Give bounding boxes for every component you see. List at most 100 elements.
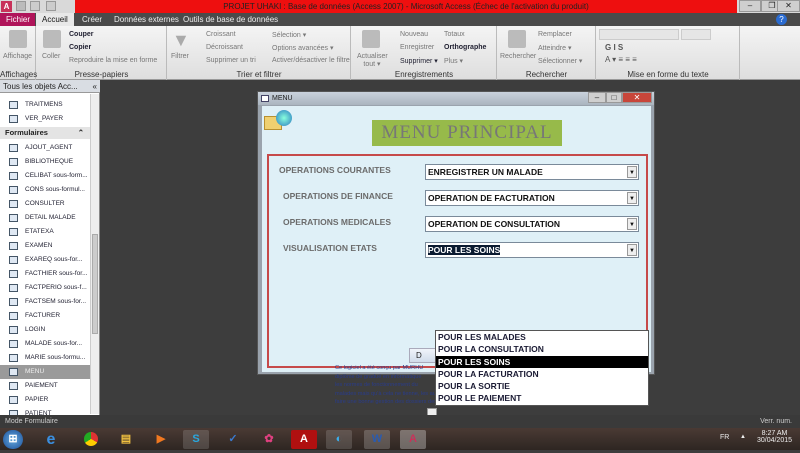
- access-app-icon[interactable]: A: [1, 1, 12, 12]
- media-player-icon[interactable]: ▶: [148, 430, 174, 449]
- dropdown-option[interactable]: POUR LA SORTIE: [436, 380, 648, 392]
- tab-donnees-externes[interactable]: Données externes: [108, 13, 185, 26]
- tab-outils-base-donnees[interactable]: Outils de base de données: [177, 13, 284, 26]
- scroll-thumb[interactable]: [92, 234, 98, 334]
- supprimer-button[interactable]: Supprimer ▾: [400, 57, 438, 65]
- activer-filtre-button[interactable]: Activer/désactiver le filtre: [272, 57, 350, 64]
- collapse-nav-icon[interactable]: «: [93, 80, 97, 93]
- coller-button[interactable]: Coller: [42, 53, 60, 60]
- acrobat-icon[interactable]: A: [291, 430, 317, 449]
- nav-item[interactable]: CONS sous-formul...: [0, 183, 90, 197]
- totaux-button[interactable]: Totaux: [444, 31, 465, 38]
- chevron-down-icon[interactable]: ▼: [627, 244, 637, 256]
- collapse-section-icon[interactable]: ⌃: [78, 127, 84, 139]
- bold-italic-underline-icons[interactable]: G I S: [605, 43, 623, 52]
- dropdown-option[interactable]: POUR LE PAIEMENT: [436, 392, 648, 404]
- form-maximize-button[interactable]: □: [606, 92, 622, 103]
- nav-scrollbar[interactable]: [90, 94, 99, 414]
- form-icon: [261, 95, 269, 102]
- app-icon[interactable]: ✓: [220, 430, 246, 449]
- selection-button[interactable]: Sélection ▾: [272, 31, 306, 39]
- chevron-down-icon[interactable]: ▼: [627, 166, 637, 178]
- nav-item[interactable]: CELIBAT sous-form...: [0, 169, 90, 183]
- nav-item[interactable]: PAIEMENT: [0, 379, 90, 393]
- menu-frame: OPERATIONS COURANTES ENREGISTRER UN MALAD…: [267, 154, 649, 416]
- font-name-select[interactable]: [599, 29, 679, 40]
- decroissant-button[interactable]: Décroissant: [206, 44, 243, 51]
- messenger-icon[interactable]: ◐: [326, 430, 352, 449]
- dropdown-option[interactable]: POUR LA FACTURATION: [436, 368, 648, 380]
- nav-item[interactable]: LOGIN: [0, 323, 90, 337]
- nav-item[interactable]: EXAREQ sous-for...: [0, 253, 90, 267]
- nouveau-button[interactable]: Nouveau: [400, 31, 428, 38]
- orthographe-button[interactable]: Orthographe: [444, 44, 486, 51]
- form-close-button[interactable]: ✕: [622, 92, 652, 103]
- nav-item[interactable]: EXAMEN: [0, 239, 90, 253]
- save-icon[interactable]: [16, 1, 26, 11]
- nav-item[interactable]: AJOUT_AGENT: [0, 141, 90, 155]
- options-avancees-button[interactable]: Options avancées ▾: [272, 44, 334, 52]
- close-button[interactable]: ✕: [777, 0, 800, 12]
- nav-item[interactable]: MARIE sous-formu...: [0, 351, 90, 365]
- font-size-select[interactable]: [681, 29, 711, 40]
- nav-item[interactable]: FACTSEM sous-for...: [0, 295, 90, 309]
- nav-item[interactable]: PAPIER: [0, 393, 90, 407]
- plus-button[interactable]: Plus ▾: [444, 57, 463, 65]
- enregistrer-button[interactable]: Enregistrer: [400, 44, 434, 51]
- nav-item[interactable]: ETATEXA: [0, 225, 90, 239]
- language-indicator[interactable]: FR: [720, 434, 729, 441]
- selectionner-button[interactable]: Sélectionner ▾: [538, 57, 582, 65]
- row-combobox[interactable]: POUR LES SOINS ▼: [425, 242, 639, 258]
- nav-item[interactable]: FACTHIER sous-for...: [0, 267, 90, 281]
- word-icon[interactable]: W: [364, 430, 390, 449]
- tab-accueil[interactable]: Accueil: [36, 13, 74, 26]
- tab-creer[interactable]: Créer: [76, 13, 108, 26]
- nav-item[interactable]: CONSULTER: [0, 197, 90, 211]
- start-button[interactable]: ⊞: [3, 430, 23, 449]
- reproduire-button[interactable]: Reproduire la mise en forme: [69, 57, 157, 64]
- row-combobox[interactable]: ENREGISTRER UN MALADE ▼: [425, 164, 639, 180]
- nav-item[interactable]: DETAIL MALADE: [0, 211, 90, 225]
- redo-icon[interactable]: [46, 1, 56, 11]
- remplacer-button[interactable]: Remplacer: [538, 31, 572, 38]
- nav-section-formulaires[interactable]: Formulaires ⌃: [0, 127, 90, 139]
- filtrer-button[interactable]: Filtrer: [171, 53, 189, 60]
- tab-fichier[interactable]: Fichier: [0, 13, 35, 26]
- nav-item[interactable]: TRAITMENS: [0, 98, 90, 112]
- undo-icon[interactable]: [30, 1, 40, 11]
- rechercher-button[interactable]: Rechercher: [500, 53, 536, 60]
- atteindre-button[interactable]: Atteindre ▾: [538, 44, 571, 52]
- font-color-icons[interactable]: A ▾ ≡ ≡ ≡: [605, 55, 637, 64]
- croissant-button[interactable]: Croissant: [206, 31, 236, 38]
- copier-button[interactable]: Copier: [69, 44, 91, 51]
- dropdown-option[interactable]: POUR LES SOINS: [436, 355, 648, 368]
- dropdown-option[interactable]: POUR LES MALADES: [436, 331, 648, 343]
- nav-item[interactable]: VER_PAYER: [0, 112, 90, 126]
- row-combobox[interactable]: OPERATION DE FACTURATION ▼: [425, 190, 639, 206]
- form-minimize-button[interactable]: –: [588, 92, 606, 103]
- supprimer-tri-button[interactable]: Supprimer un tri: [206, 57, 256, 64]
- chevron-down-icon[interactable]: ▼: [627, 192, 637, 204]
- show-hidden-icons[interactable]: ▲: [740, 434, 746, 440]
- row-combobox[interactable]: OPERATION DE CONSULTATION ▼: [425, 216, 639, 232]
- clock[interactable]: 8:27 AM 30/04/2015: [752, 430, 797, 444]
- dropdown-option[interactable]: POUR LA CONSULTATION: [436, 343, 648, 355]
- help-icon[interactable]: ?: [776, 14, 787, 25]
- skype-icon[interactable]: S: [183, 430, 209, 449]
- nav-item[interactable]: BIBLIOTHEQUE: [0, 155, 90, 169]
- nav-item[interactable]: MENU: [0, 365, 90, 379]
- nav-header[interactable]: Tous les objets Acc... «: [0, 80, 100, 93]
- minimize-button[interactable]: –: [739, 0, 761, 12]
- ie-icon[interactable]: e: [38, 430, 64, 449]
- actualiser-button[interactable]: Actualiser tout ▾: [357, 53, 388, 68]
- chrome-icon[interactable]: [78, 430, 104, 449]
- nav-item[interactable]: FACTPERIO sous-f...: [0, 281, 90, 295]
- photos-icon[interactable]: ✿: [256, 430, 282, 449]
- explorer-icon[interactable]: ▤: [113, 430, 139, 449]
- nav-item[interactable]: MALADE sous-for...: [0, 337, 90, 351]
- affichage-button[interactable]: Affichage: [3, 53, 32, 60]
- access-taskbar-icon[interactable]: A: [400, 430, 426, 449]
- couper-button[interactable]: Couper: [69, 31, 94, 38]
- nav-item[interactable]: FACTURER: [0, 309, 90, 323]
- chevron-down-icon[interactable]: ▼: [627, 218, 637, 230]
